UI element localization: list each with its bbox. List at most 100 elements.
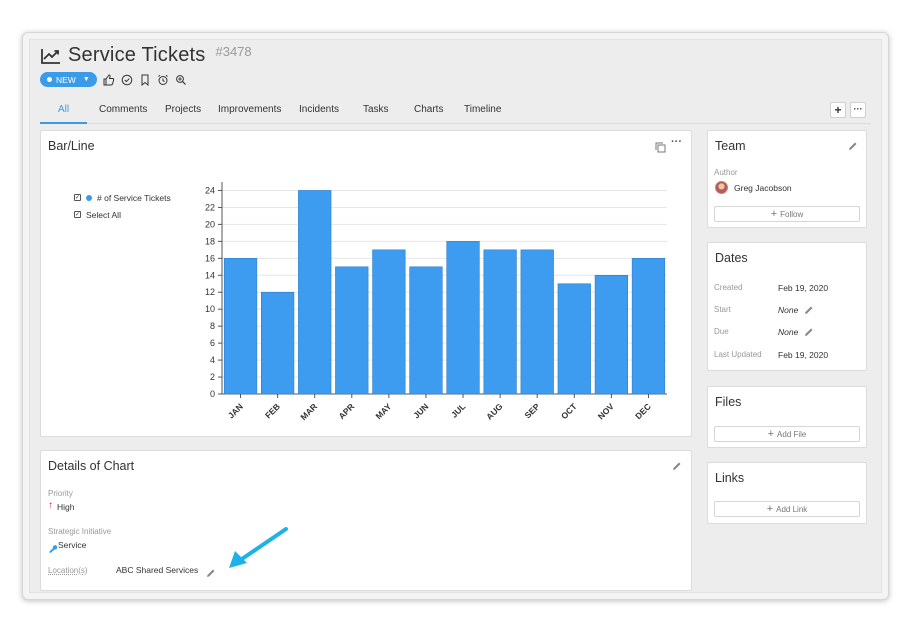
status-dropdown[interactable]: NEW ▼ — [40, 72, 97, 87]
bar — [483, 249, 517, 395]
tab-timeline[interactable]: Timeline — [464, 104, 501, 115]
due-value[interactable]: None — [778, 327, 798, 337]
priority-value: High — [57, 502, 75, 512]
edit-pencil-icon[interactable] — [671, 459, 682, 470]
x-tick-label: APR — [336, 401, 356, 421]
status-dot — [47, 77, 52, 82]
page-header: Service Tickets #3478 — [40, 44, 252, 67]
x-tick-label: SEP — [523, 401, 542, 420]
bar — [446, 241, 480, 395]
chart-line-icon — [40, 47, 62, 65]
add-file-button[interactable]: + Add File — [714, 426, 860, 442]
last-updated-label: Last Updated — [714, 350, 762, 359]
initiative-value: Service — [58, 540, 87, 550]
wrench-icon — [48, 540, 58, 553]
y-tick-label: 18 — [205, 236, 215, 246]
bar — [335, 266, 369, 395]
add-file-label: Add File — [777, 429, 807, 439]
y-tick-label: 12 — [205, 287, 215, 297]
bar — [372, 249, 406, 395]
bar — [223, 258, 258, 395]
thumbs-up-icon[interactable] — [103, 73, 115, 86]
y-tick-label: 6 — [210, 338, 215, 348]
details-title: Details of Chart — [48, 459, 135, 473]
y-tick-label: 14 — [205, 270, 215, 280]
team-title: Team — [715, 139, 746, 153]
links-panel: Links + Add Link — [707, 462, 867, 524]
start-label: Start — [714, 305, 731, 314]
y-tick-label: 22 — [205, 202, 215, 212]
edit-start-pencil-icon[interactable] — [803, 303, 814, 314]
details-panel: Details of Chart Priority ↑ High Strateg… — [40, 450, 692, 591]
x-tick-label: MAR — [298, 401, 319, 422]
edit-location-pencil-icon[interactable] — [205, 566, 216, 577]
dates-title: Dates — [715, 251, 748, 265]
plus-icon: + — [770, 208, 778, 220]
tab-charts[interactable]: Charts — [414, 104, 443, 115]
edit-team-pencil-icon[interactable] — [847, 139, 858, 150]
page-content: Service Tickets #3478 NEW ▼ All Comments… — [29, 39, 882, 593]
x-tick-label: DEC — [633, 401, 653, 421]
y-tick-label: 10 — [205, 304, 215, 314]
tab-incidents[interactable]: Incidents — [299, 104, 339, 115]
zoom-icon[interactable] — [175, 74, 187, 86]
y-tick-label: 0 — [210, 389, 215, 399]
created-label: Created — [714, 283, 743, 292]
plus-icon: + — [767, 428, 775, 440]
chart-panel: Bar/Line ··· ✓ # of Service Tickets ✓ Se… — [40, 130, 692, 437]
bookmark-icon[interactable] — [139, 74, 151, 86]
avatar — [715, 181, 728, 194]
bar — [520, 249, 554, 395]
location-value: ABC Shared Services — [116, 565, 199, 575]
annotation-arrow-icon — [229, 527, 288, 568]
x-tick-label: MAY — [373, 401, 393, 421]
ticket-id: #3478 — [215, 44, 252, 59]
window-frame: Service Tickets #3478 NEW ▼ All Comments… — [22, 32, 889, 600]
x-tick-label: OCT — [559, 401, 579, 421]
y-tick-label: 2 — [210, 372, 215, 382]
team-panel: Team Author Greg Jacobson + Follow — [707, 130, 867, 228]
x-tick-label: JUN — [411, 401, 430, 420]
follow-label: Follow — [780, 209, 804, 219]
arrow-up-icon: ↑ — [48, 500, 53, 511]
bar — [298, 190, 332, 395]
add-button[interactable]: + — [830, 102, 846, 118]
add-link-button[interactable]: + Add Link — [714, 501, 860, 517]
start-value[interactable]: None — [778, 305, 798, 315]
bar — [557, 283, 591, 395]
x-tick-label: JAN — [226, 401, 245, 420]
page-title: Service Tickets — [68, 44, 206, 66]
links-title: Links — [715, 471, 745, 485]
plus-icon: + — [766, 503, 774, 515]
initiative-label: Strategic Initiative — [48, 527, 112, 536]
y-tick-label: 24 — [205, 185, 215, 195]
y-tick-label: 20 — [205, 219, 215, 229]
author-name[interactable]: Greg Jacobson — [734, 183, 792, 193]
alarm-icon[interactable] — [157, 74, 169, 86]
due-label: Due — [714, 327, 729, 336]
x-tick-label: FEB — [263, 401, 282, 420]
bar — [409, 266, 443, 395]
check-circle-icon[interactable] — [121, 74, 133, 86]
files-title: Files — [715, 395, 742, 409]
status-label: NEW — [56, 74, 76, 85]
chevron-down-icon: ▼ — [82, 76, 90, 83]
last-updated-value: Feb 19, 2020 — [778, 350, 829, 360]
tab-improvements[interactable]: Improvements — [218, 104, 281, 115]
tab-comments[interactable]: Comments — [99, 104, 147, 115]
location-label: Location(s) — [48, 566, 88, 575]
tab-all[interactable]: All — [58, 104, 69, 115]
x-tick-label: NOV — [596, 401, 616, 421]
bar-chart: 024681012141618202224JAN FEB MAR APR MAY JUN J… — [205, 182, 667, 422]
follow-button[interactable]: + Follow — [714, 206, 860, 222]
tab-projects[interactable]: Projects — [165, 104, 201, 115]
files-panel: Files + Add File — [707, 386, 867, 448]
y-tick-label: 4 — [210, 355, 215, 365]
active-tab-indicator — [40, 122, 87, 124]
tab-tasks[interactable]: Tasks — [363, 104, 389, 115]
more-options-button[interactable]: ··· — [850, 102, 866, 118]
bar — [631, 258, 666, 395]
tab-bar: All Comments Projects Improvements Incid… — [40, 100, 871, 124]
dates-panel: Dates Created Feb 19, 2020 Start None Du… — [707, 242, 867, 371]
edit-due-pencil-icon[interactable] — [803, 325, 814, 336]
